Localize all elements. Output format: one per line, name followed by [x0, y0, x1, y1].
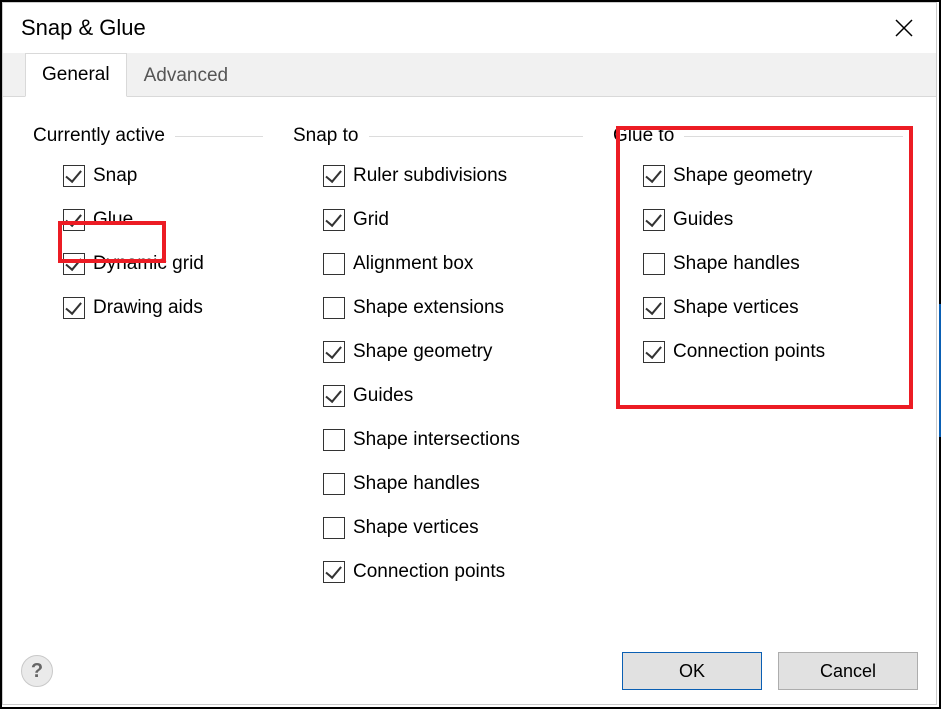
help-button[interactable]: ? [21, 655, 53, 687]
checkbox[interactable] [323, 473, 345, 495]
group-header: Currently active [33, 125, 263, 147]
check-label: Dynamic grid [93, 253, 204, 275]
check-label: Connection points [353, 561, 505, 583]
check-connection-points[interactable]: Connection points [323, 559, 583, 585]
snap-glue-dialog: Snap & Glue General Advanced Currently a… [2, 2, 937, 705]
check-shape-handles[interactable]: Shape handles [643, 251, 903, 277]
group-divider [175, 136, 263, 137]
dialog-content: Currently active Snap Glue Dynamic grid [3, 97, 936, 585]
group-title: Glue to [613, 125, 684, 147]
check-glue[interactable]: Glue [63, 207, 263, 233]
check-label: Guides [353, 385, 413, 407]
checkbox[interactable] [643, 209, 665, 231]
check-label: Shape geometry [673, 165, 812, 187]
check-snap[interactable]: Snap [63, 163, 263, 189]
check-label: Guides [673, 209, 733, 231]
check-label: Drawing aids [93, 297, 203, 319]
group-header: Snap to [293, 125, 583, 147]
group-divider [369, 136, 584, 137]
checkbox[interactable] [323, 297, 345, 319]
check-shape-intersections[interactable]: Shape intersections [323, 427, 583, 453]
group-divider [684, 136, 903, 137]
check-label: Ruler subdivisions [353, 165, 507, 187]
group-header: Glue to [613, 125, 903, 147]
tab-advanced[interactable]: Advanced [127, 54, 246, 97]
check-label: Shape vertices [353, 517, 479, 539]
check-shape-vertices[interactable]: Shape vertices [323, 515, 583, 541]
check-shape-geometry[interactable]: Shape geometry [643, 163, 903, 189]
group-title: Currently active [33, 125, 175, 147]
checklist-currently-active: Snap Glue Dynamic grid Drawing aids [33, 163, 263, 321]
close-icon [894, 18, 914, 38]
check-label: Shape handles [353, 473, 480, 495]
checkbox[interactable] [323, 385, 345, 407]
dialog-title: Snap & Glue [21, 15, 146, 41]
checkbox[interactable] [63, 209, 85, 231]
check-dynamic-grid[interactable]: Dynamic grid [63, 251, 263, 277]
check-label: Connection points [673, 341, 825, 363]
checkbox[interactable] [643, 165, 665, 187]
check-label: Shape geometry [353, 341, 492, 363]
checkbox[interactable] [323, 253, 345, 275]
check-label: Shape handles [673, 253, 800, 275]
check-label: Shape vertices [673, 297, 799, 319]
cancel-button[interactable]: Cancel [778, 652, 918, 690]
check-shape-extensions[interactable]: Shape extensions [323, 295, 583, 321]
button-row: ? OK Cancel [21, 652, 918, 690]
checklist-glue-to: Shape geometry Guides Shape handles Shap… [613, 163, 903, 365]
check-label: Glue [93, 209, 133, 231]
window-frame: Snap & Glue General Advanced Currently a… [0, 0, 941, 709]
checkbox[interactable] [323, 341, 345, 363]
check-drawing-aids[interactable]: Drawing aids [63, 295, 263, 321]
check-alignment-box[interactable]: Alignment box [323, 251, 583, 277]
checkbox[interactable] [63, 297, 85, 319]
checkbox[interactable] [323, 209, 345, 231]
close-button[interactable] [884, 8, 924, 48]
checkbox[interactable] [63, 253, 85, 275]
checkbox[interactable] [323, 165, 345, 187]
checkbox[interactable] [323, 561, 345, 583]
check-connection-points[interactable]: Connection points [643, 339, 903, 365]
checkbox[interactable] [643, 297, 665, 319]
check-shape-vertices[interactable]: Shape vertices [643, 295, 903, 321]
checkbox[interactable] [323, 429, 345, 451]
check-label: Snap [93, 165, 137, 187]
titlebar: Snap & Glue [3, 3, 936, 53]
group-currently-active: Currently active Snap Glue Dynamic grid [33, 125, 263, 585]
checklist-snap-to: Ruler subdivisions Grid Alignment box Sh… [293, 163, 583, 585]
check-grid[interactable]: Grid [323, 207, 583, 233]
check-label: Shape extensions [353, 297, 504, 319]
group-snap-to: Snap to Ruler subdivisions Grid Alignmen… [293, 125, 583, 585]
ok-button[interactable]: OK [622, 652, 762, 690]
check-label: Shape intersections [353, 429, 520, 451]
group-title: Snap to [293, 125, 369, 147]
tab-general[interactable]: General [25, 53, 127, 97]
checkbox[interactable] [643, 341, 665, 363]
check-shape-handles[interactable]: Shape handles [323, 471, 583, 497]
check-label: Grid [353, 209, 389, 231]
check-guides[interactable]: Guides [643, 207, 903, 233]
checkbox[interactable] [323, 517, 345, 539]
checkbox[interactable] [643, 253, 665, 275]
tabbar: General Advanced [3, 53, 936, 97]
help-icon: ? [31, 660, 43, 683]
checkbox[interactable] [63, 165, 85, 187]
group-glue-to: Glue to Shape geometry Guides Shape hand… [613, 125, 903, 585]
check-guides[interactable]: Guides [323, 383, 583, 409]
check-label: Alignment box [353, 253, 473, 275]
check-shape-geometry[interactable]: Shape geometry [323, 339, 583, 365]
check-ruler-subdivisions[interactable]: Ruler subdivisions [323, 163, 583, 189]
